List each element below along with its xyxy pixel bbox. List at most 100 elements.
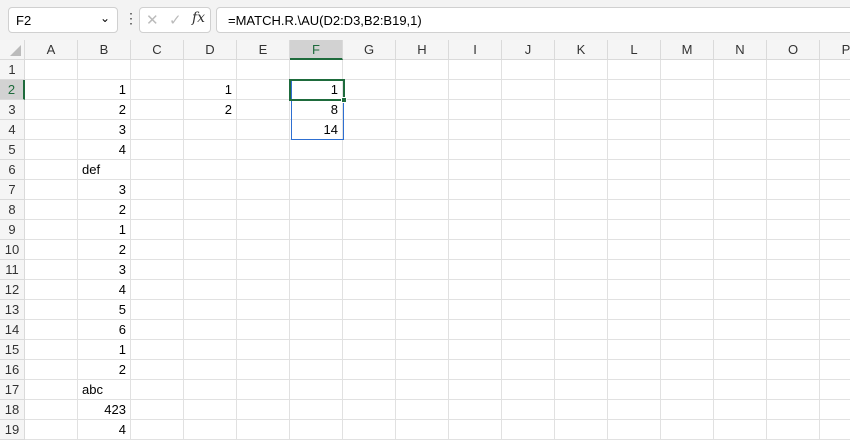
cell-H18[interactable] <box>396 400 449 420</box>
column-header-H[interactable]: H <box>396 40 449 60</box>
cell-C13[interactable] <box>131 300 184 320</box>
cell-O17[interactable] <box>767 380 820 400</box>
cell-P5[interactable] <box>820 140 850 160</box>
cell-C19[interactable] <box>131 420 184 440</box>
row-header-13[interactable]: 13 <box>0 300 25 320</box>
cell-D6[interactable] <box>184 160 237 180</box>
cell-J15[interactable] <box>502 340 555 360</box>
row-header-17[interactable]: 17 <box>0 380 25 400</box>
row-header-5[interactable]: 5 <box>0 140 25 160</box>
cell-J9[interactable] <box>502 220 555 240</box>
cell-M19[interactable] <box>661 420 714 440</box>
cell-F2[interactable]: 1 <box>290 80 343 100</box>
cell-O10[interactable] <box>767 240 820 260</box>
cell-G8[interactable] <box>343 200 396 220</box>
cell-P15[interactable] <box>820 340 850 360</box>
cell-B13[interactable]: 5 <box>78 300 131 320</box>
row-header-2[interactable]: 2 <box>0 80 25 100</box>
column-header-J[interactable]: J <box>502 40 555 60</box>
cell-J3[interactable] <box>502 100 555 120</box>
cell-E17[interactable] <box>237 380 290 400</box>
cell-N2[interactable] <box>714 80 767 100</box>
cell-O13[interactable] <box>767 300 820 320</box>
cell-O6[interactable] <box>767 160 820 180</box>
cell-B6[interactable]: def <box>78 160 131 180</box>
chevron-down-icon[interactable]: ⌄ <box>100 11 110 25</box>
cell-N9[interactable] <box>714 220 767 240</box>
cell-C4[interactable] <box>131 120 184 140</box>
cell-H4[interactable] <box>396 120 449 140</box>
cell-I10[interactable] <box>449 240 502 260</box>
cell-C12[interactable] <box>131 280 184 300</box>
cell-H15[interactable] <box>396 340 449 360</box>
cell-G13[interactable] <box>343 300 396 320</box>
cell-L5[interactable] <box>608 140 661 160</box>
cell-D2[interactable]: 1 <box>184 80 237 100</box>
cell-D16[interactable] <box>184 360 237 380</box>
cell-K1[interactable] <box>555 60 608 80</box>
cell-I1[interactable] <box>449 60 502 80</box>
cell-G9[interactable] <box>343 220 396 240</box>
cell-P17[interactable] <box>820 380 850 400</box>
cell-L3[interactable] <box>608 100 661 120</box>
column-header-D[interactable]: D <box>184 40 237 60</box>
cell-B12[interactable]: 4 <box>78 280 131 300</box>
cell-K3[interactable] <box>555 100 608 120</box>
cell-M4[interactable] <box>661 120 714 140</box>
cell-N3[interactable] <box>714 100 767 120</box>
cell-C18[interactable] <box>131 400 184 420</box>
cell-K8[interactable] <box>555 200 608 220</box>
cell-O5[interactable] <box>767 140 820 160</box>
cell-E19[interactable] <box>237 420 290 440</box>
cell-B3[interactable]: 2 <box>78 100 131 120</box>
cell-H17[interactable] <box>396 380 449 400</box>
cell-J6[interactable] <box>502 160 555 180</box>
cell-G14[interactable] <box>343 320 396 340</box>
cell-J10[interactable] <box>502 240 555 260</box>
cell-C10[interactable] <box>131 240 184 260</box>
row-header-9[interactable]: 9 <box>0 220 25 240</box>
cell-E12[interactable] <box>237 280 290 300</box>
cell-C8[interactable] <box>131 200 184 220</box>
column-header-N[interactable]: N <box>714 40 767 60</box>
cell-F5[interactable] <box>290 140 343 160</box>
cell-A5[interactable] <box>25 140 78 160</box>
cell-L14[interactable] <box>608 320 661 340</box>
cell-E14[interactable] <box>237 320 290 340</box>
cell-G16[interactable] <box>343 360 396 380</box>
cell-E9[interactable] <box>237 220 290 240</box>
cell-E8[interactable] <box>237 200 290 220</box>
cell-K9[interactable] <box>555 220 608 240</box>
row-header-1[interactable]: 1 <box>0 60 25 80</box>
cell-B11[interactable]: 3 <box>78 260 131 280</box>
cell-C9[interactable] <box>131 220 184 240</box>
cell-E3[interactable] <box>237 100 290 120</box>
cell-B1[interactable] <box>78 60 131 80</box>
cell-F14[interactable] <box>290 320 343 340</box>
cell-K16[interactable] <box>555 360 608 380</box>
cell-F6[interactable] <box>290 160 343 180</box>
column-header-M[interactable]: M <box>661 40 714 60</box>
cell-P6[interactable] <box>820 160 850 180</box>
cell-F17[interactable] <box>290 380 343 400</box>
spreadsheet-grid[interactable]: A B C D E F G H I J K L M N O P 1 2 1 1 1 3 2 2 8 4 3 14 5 4 6 def 7 3 8 2 9… <box>0 40 850 444</box>
cell-N19[interactable] <box>714 420 767 440</box>
cell-L1[interactable] <box>608 60 661 80</box>
cell-D13[interactable] <box>184 300 237 320</box>
cell-H1[interactable] <box>396 60 449 80</box>
cell-M13[interactable] <box>661 300 714 320</box>
cell-D17[interactable] <box>184 380 237 400</box>
cell-P12[interactable] <box>820 280 850 300</box>
row-header-18[interactable]: 18 <box>0 400 25 420</box>
cell-I2[interactable] <box>449 80 502 100</box>
cell-G12[interactable] <box>343 280 396 300</box>
cell-J14[interactable] <box>502 320 555 340</box>
cell-D14[interactable] <box>184 320 237 340</box>
cell-L2[interactable] <box>608 80 661 100</box>
cell-F10[interactable] <box>290 240 343 260</box>
cell-E13[interactable] <box>237 300 290 320</box>
cell-F9[interactable] <box>290 220 343 240</box>
column-header-E[interactable]: E <box>237 40 290 60</box>
cell-A2[interactable] <box>25 80 78 100</box>
cell-M7[interactable] <box>661 180 714 200</box>
